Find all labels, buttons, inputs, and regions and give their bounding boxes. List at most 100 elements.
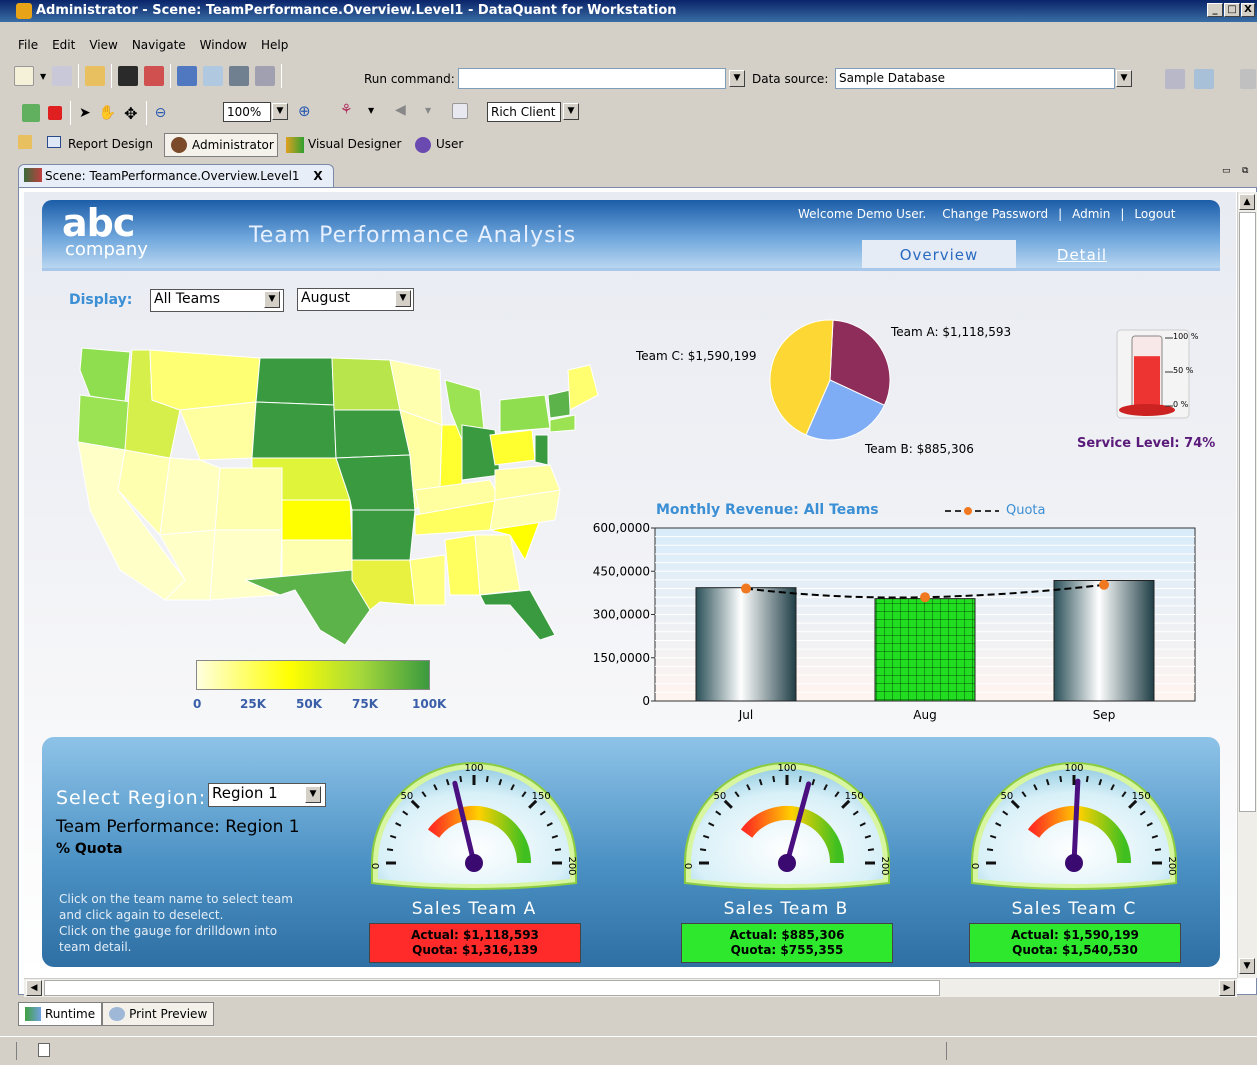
vertical-scroll-thumb[interactable] <box>1239 212 1256 812</box>
connector-icon[interactable]: ⚘ <box>340 102 353 118</box>
open-folder-icon[interactable] <box>85 66 106 86</box>
bar-sep[interactable] <box>1053 579 1155 702</box>
zoom-out-icon[interactable]: ⊖ <box>155 105 167 121</box>
state-ny[interactable] <box>499 394 551 433</box>
monthly-revenue-bar-chart[interactable]: 600,0000 450,0000 300,0000 150,0000 0 Jul Aug S… <box>580 515 1205 727</box>
client-icon[interactable] <box>452 103 468 119</box>
state-mt[interactable] <box>149 349 261 411</box>
hand-icon[interactable]: ✋ <box>99 105 116 121</box>
state-me[interactable] <box>567 364 599 411</box>
state-fl[interactable] <box>479 589 556 641</box>
scroll-down-icon[interactable]: ▼ <box>1239 958 1255 974</box>
more-icon[interactable] <box>1240 69 1256 89</box>
state-in[interactable] <box>439 424 463 491</box>
connector-dropdown-icon[interactable]: ▼ <box>368 106 374 115</box>
tab-print-preview[interactable]: Print Preview <box>102 1002 215 1026</box>
region-dropdown[interactable]: ▼ <box>305 786 321 803</box>
state-or[interactable] <box>77 394 133 451</box>
perspective-user[interactable]: User <box>436 134 463 154</box>
close-window-button[interactable]: X <box>1241 3 1255 17</box>
maximize-button[interactable]: □ <box>1224 3 1240 17</box>
state-ia[interactable] <box>333 409 411 459</box>
vertical-scrollbar[interactable]: ▲ ▼ <box>1237 192 1257 978</box>
pie-label-team-c[interactable]: Team C: $1,590,199 <box>636 349 756 363</box>
status-new-icon[interactable] <box>38 1043 50 1057</box>
menu-edit[interactable]: Edit <box>52 34 75 56</box>
bar-aug[interactable] <box>874 598 976 702</box>
state-tx[interactable] <box>244 569 371 646</box>
logout-link[interactable]: Logout <box>1134 207 1175 221</box>
service-level-thermometer[interactable] <box>1115 328 1205 423</box>
menu-help[interactable]: Help <box>261 34 288 56</box>
team-c-name[interactable]: Sales Team C <box>968 899 1180 919</box>
state-ar[interactable] <box>351 509 416 561</box>
console-icon[interactable] <box>118 66 139 86</box>
new-icon[interactable] <box>14 66 34 86</box>
open-perspective-icon[interactable] <box>18 135 32 149</box>
admin-link[interactable]: Admin <box>1072 207 1110 221</box>
move-icon[interactable]: ✥ <box>124 104 137 123</box>
quota-point-0[interactable] <box>741 583 751 594</box>
state-ut[interactable] <box>159 457 221 536</box>
state-al[interactable] <box>444 534 481 596</box>
maximize-view-icon[interactable]: ⧉ <box>1242 166 1248 176</box>
search-tool-icon[interactable] <box>203 66 224 86</box>
tab-runtime[interactable]: Runtime <box>18 1002 103 1026</box>
zoom-in-icon[interactable]: ⊕ <box>298 102 311 120</box>
refresh-layout-icon[interactable] <box>1194 69 1214 89</box>
minimize-button[interactable]: _ <box>1207 3 1223 17</box>
pointer-icon[interactable]: ➤ <box>79 105 91 121</box>
menu-navigate[interactable]: Navigate <box>132 34 186 56</box>
back-dropdown-icon[interactable]: ▼ <box>425 106 431 115</box>
pie-label-team-a[interactable]: Team A: $1,118,593 <box>891 325 1011 339</box>
horizontal-scroll-thumb[interactable] <box>44 980 940 996</box>
scroll-up-icon[interactable]: ▲ <box>1239 194 1255 210</box>
scroll-left-icon[interactable]: ◀ <box>26 980 42 996</box>
run-command-dropdown[interactable]: ▼ <box>729 70 745 87</box>
perspective-visual-designer[interactable]: Visual Designer <box>308 134 401 154</box>
state-sd[interactable] <box>251 401 337 459</box>
perspective-administrator[interactable]: Administrator <box>192 135 274 155</box>
us-map[interactable] <box>70 340 610 650</box>
print-icon[interactable] <box>255 66 276 86</box>
menu-file[interactable]: File <box>18 34 38 56</box>
team-revenue-pie-chart[interactable] <box>768 318 892 442</box>
zoom-dropdown[interactable]: ▼ <box>272 103 288 120</box>
gauge-team-a[interactable]: 0 50 100 150 200 <box>368 755 580 893</box>
client-select[interactable]: Rich Client <box>487 102 561 122</box>
horizontal-scrollbar[interactable]: ◀ ▶ <box>24 978 1237 997</box>
team-a-name[interactable]: Sales Team A <box>368 899 580 919</box>
layout-icon[interactable] <box>1165 69 1185 89</box>
state-ga[interactable] <box>474 534 521 596</box>
gauge-team-c[interactable]: 0 50 100 150 200 <box>968 755 1180 893</box>
sync-icon[interactable] <box>22 104 40 122</box>
month-dropdown[interactable]: ▼ <box>395 290 411 307</box>
report-icon[interactable] <box>144 66 165 86</box>
state-ks[interactable] <box>281 499 353 541</box>
quota-point-2[interactable] <box>1099 579 1109 590</box>
editor-tab[interactable]: Scene: TeamPerformance.Overview.Level1 X <box>18 164 334 188</box>
save-icon[interactable] <box>52 66 73 86</box>
close-tab-icon[interactable]: X <box>313 169 322 183</box>
back-icon[interactable]: ◀ <box>395 102 406 118</box>
scroll-right-icon[interactable]: ▶ <box>1219 980 1235 996</box>
gauge-dial-team-c[interactable]: 0 50 100 150 200 <box>968 755 1180 890</box>
state-ms[interactable] <box>409 554 446 606</box>
state-vt-nh[interactable] <box>547 389 571 419</box>
gauge-dial-team-b[interactable]: 0 50 100 150 200 <box>681 755 893 890</box>
state-nd[interactable] <box>255 357 335 406</box>
stop-icon[interactable] <box>48 106 62 120</box>
quota-point-1[interactable] <box>920 592 930 603</box>
gauge-dial-team-a[interactable]: 0 50 100 150 200 <box>368 755 580 890</box>
team-dropdown[interactable]: ▼ <box>264 291 280 308</box>
query-icon[interactable] <box>177 66 198 86</box>
zoom-select[interactable]: 100% <box>223 102 271 122</box>
state-nj[interactable] <box>534 434 549 466</box>
data-source-select[interactable]: Sample Database <box>835 68 1115 89</box>
state-co[interactable] <box>214 467 283 531</box>
new-dropdown-icon[interactable]: ▼ <box>40 72 46 81</box>
state-pa[interactable] <box>489 429 536 466</box>
client-dropdown[interactable]: ▼ <box>563 103 579 120</box>
team-b-name[interactable]: Sales Team B <box>680 899 892 919</box>
tab-detail[interactable]: Detail <box>1032 246 1132 264</box>
